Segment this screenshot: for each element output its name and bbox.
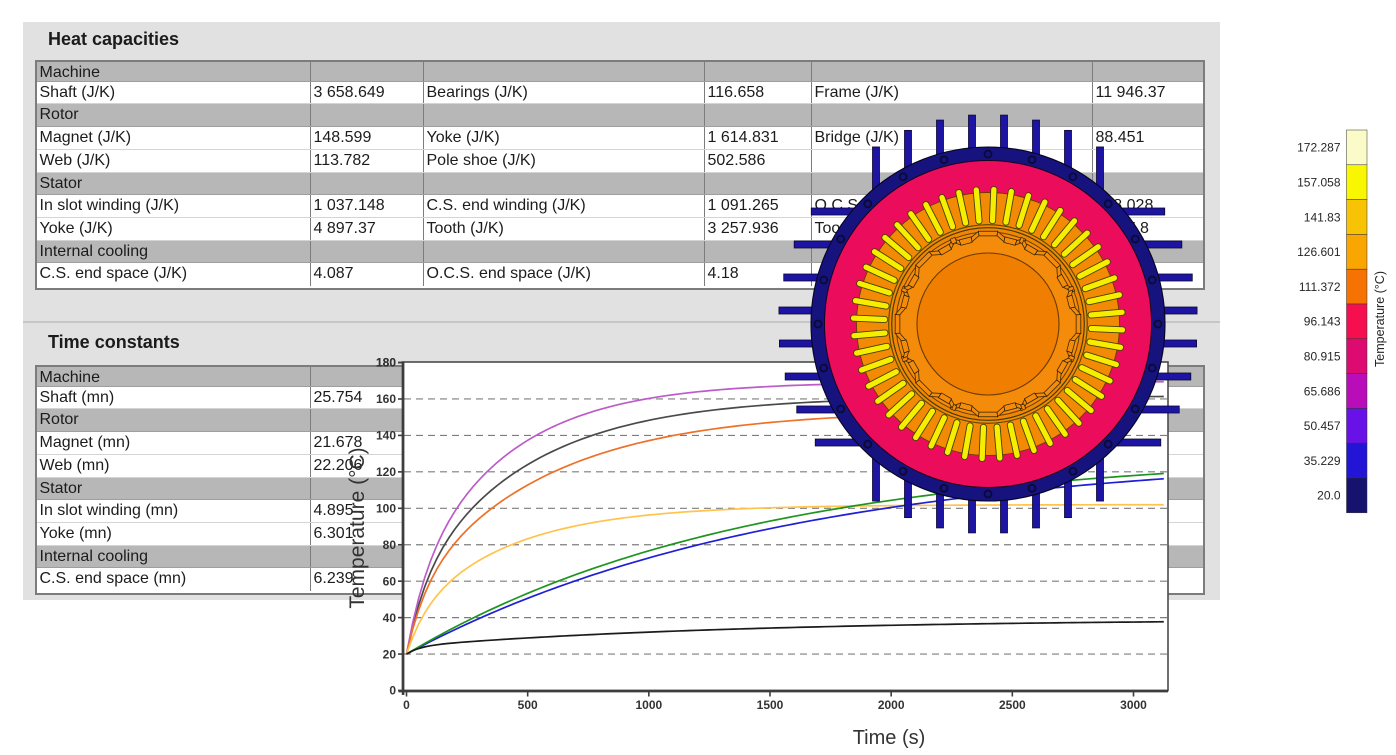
svg-text:1000: 1000: [635, 698, 662, 712]
svg-text:65.686: 65.686: [1304, 384, 1341, 398]
svg-text:1500: 1500: [757, 698, 784, 712]
svg-text:111.372: 111.372: [1299, 280, 1341, 294]
svg-text:0: 0: [403, 698, 410, 712]
svg-text:100: 100: [376, 502, 396, 516]
svg-text:126.601: 126.601: [1297, 245, 1341, 259]
svg-text:500: 500: [518, 698, 538, 712]
svg-text:35.229: 35.229: [1304, 454, 1341, 468]
svg-text:Temperature (°C): Temperature (°C): [346, 447, 369, 608]
svg-text:2000: 2000: [878, 698, 905, 712]
svg-text:40: 40: [383, 611, 397, 625]
svg-text:3000: 3000: [1120, 698, 1147, 712]
svg-text:2500: 2500: [999, 698, 1026, 712]
svg-text:80.915: 80.915: [1304, 350, 1341, 364]
svg-text:50.457: 50.457: [1304, 419, 1341, 433]
svg-text:172.287: 172.287: [1297, 141, 1341, 155]
svg-text:60: 60: [383, 574, 397, 588]
svg-text:140: 140: [376, 429, 396, 443]
svg-text:96.143: 96.143: [1304, 315, 1341, 329]
svg-text:180: 180: [376, 356, 396, 370]
svg-text:120: 120: [376, 465, 396, 479]
svg-text:Time (s): Time (s): [853, 727, 926, 749]
svg-text:157.058: 157.058: [1297, 176, 1341, 190]
svg-text:0: 0: [389, 684, 396, 698]
svg-text:20.0: 20.0: [1317, 489, 1341, 503]
svg-text:160: 160: [376, 392, 396, 406]
svg-text:Temperature (°C): Temperature (°C): [1373, 271, 1387, 367]
svg-text:80: 80: [383, 538, 397, 552]
svg-text:141.83: 141.83: [1304, 210, 1341, 224]
svg-text:20: 20: [383, 647, 397, 661]
